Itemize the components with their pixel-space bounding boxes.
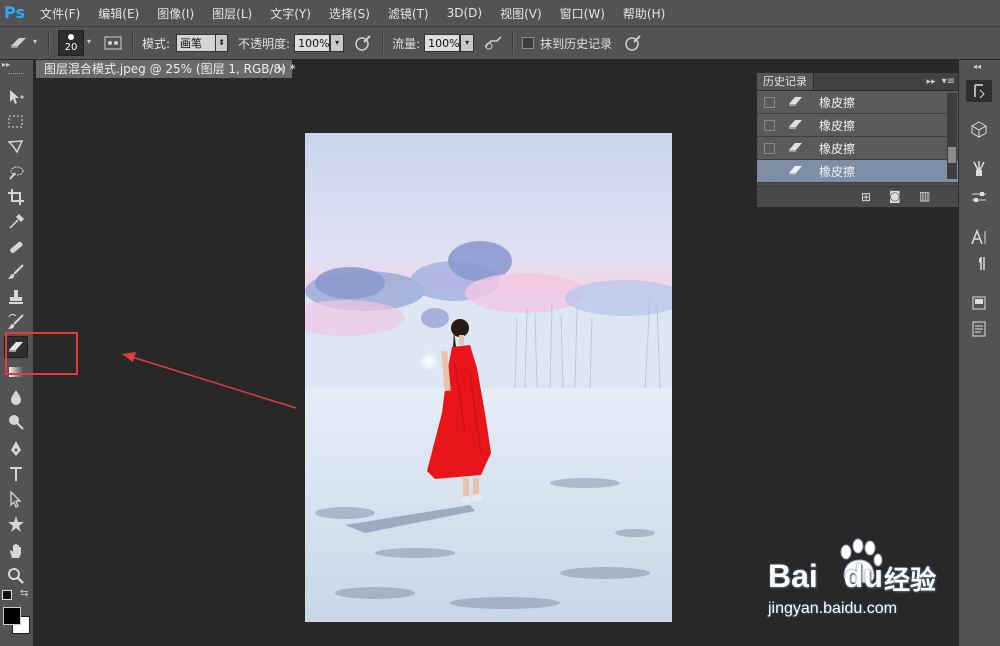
new-snapshot-icon[interactable]: ◙ <box>889 189 901 203</box>
history-item[interactable]: 橡皮擦 <box>757 114 959 137</box>
history-item[interactable]: 橡皮擦 <box>757 137 959 160</box>
history-source-checkbox[interactable] <box>764 142 775 154</box>
history-scrollbar[interactable] <box>947 93 957 179</box>
watermark-url: jingyan.baidu.com <box>768 600 897 617</box>
watermark-brand-du: du <box>843 558 883 594</box>
history-tab[interactable]: 历史记录 <box>757 73 814 90</box>
history-item-label: 橡皮擦 <box>819 164 856 179</box>
watermark-brand: Bai du <box>768 558 883 595</box>
history-panel-icon[interactable] <box>966 80 992 102</box>
watermark-cn: 经验 <box>884 566 937 596</box>
paragraph-panel-icon[interactable] <box>966 252 992 274</box>
history-panel: 历史记录 ▸▸ ▾≡ 橡皮擦 橡皮擦 橡皮擦 橡皮擦 ⊞ ◙ ▥ <box>756 72 960 208</box>
eraser-icon <box>787 164 805 179</box>
history-item-selected[interactable]: 橡皮擦 <box>757 160 959 183</box>
adjustments-icon[interactable] <box>966 186 992 208</box>
brush-presets-icon[interactable] <box>966 158 992 180</box>
dock-collapse-icon[interactable]: ◂◂ <box>973 62 981 71</box>
delete-state-icon[interactable]: ▥ <box>919 189 930 203</box>
eraser-icon <box>787 95 805 110</box>
right-dock: ◂◂ <box>958 60 1000 646</box>
eraser-icon <box>787 141 805 156</box>
history-item-label: 橡皮擦 <box>819 141 856 156</box>
history-source-checkbox[interactable] <box>764 119 775 131</box>
scroll-thumb[interactable] <box>948 147 956 163</box>
history-panel-header: 历史记录 ▸▸ ▾≡ <box>757 73 959 91</box>
history-item-label: 橡皮擦 <box>819 118 856 133</box>
3d-panel-icon[interactable] <box>966 118 992 140</box>
layer-comps-icon[interactable] <box>966 292 992 314</box>
new-document-from-state-icon[interactable]: ⊞ <box>861 190 871 204</box>
baidu-jingyan-watermark: Bai du 经验 jingyan.baidu.com <box>768 538 948 628</box>
history-source-checkbox[interactable] <box>764 165 775 177</box>
history-item[interactable]: 橡皮擦 <box>757 91 959 114</box>
character-panel-icon[interactable] <box>966 226 992 248</box>
history-panel-footer: ⊞ ◙ ▥ <box>757 186 959 207</box>
panel-expand-icon[interactable]: ▸▸ <box>927 77 936 87</box>
history-source-checkbox[interactable] <box>764 96 775 108</box>
eraser-icon <box>787 118 805 133</box>
watermark-brand-bai: Bai <box>768 558 818 594</box>
history-item-label: 橡皮擦 <box>819 95 856 110</box>
notes-panel-icon[interactable] <box>966 318 992 340</box>
panel-menu-icon[interactable]: ▾≡ <box>942 76 955 87</box>
